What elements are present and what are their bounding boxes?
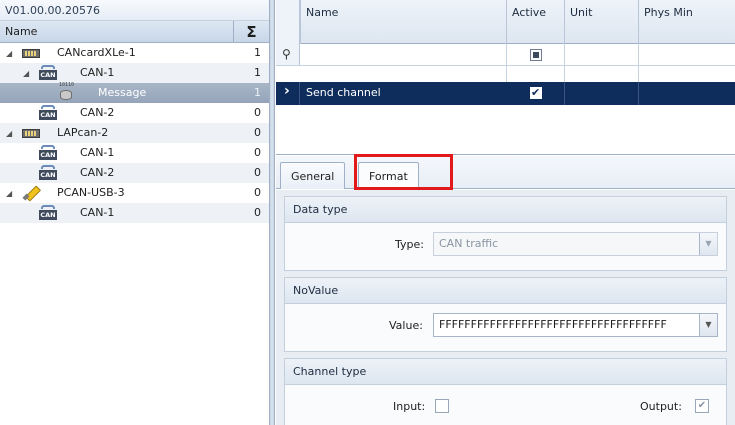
filter-indicator: ⚲: [276, 44, 300, 65]
group-title: NoValue: [285, 278, 726, 304]
tree-item-pcan-usb-3[interactable]: ◢ PCAN-USB-3 0: [0, 183, 269, 203]
format-tab-content: Data type Type: CAN traffic ▼ NoValue Va…: [276, 190, 735, 425]
can-channel-icon: CAN: [38, 145, 58, 161]
novalue-group: NoValue Value: FFFFFFFFFFFFFFFFFFFFFFFFF…: [284, 277, 727, 352]
tree-item-message[interactable]: 10110 Message 1: [0, 83, 269, 103]
tree-item-label: CANcardXLe-1: [57, 46, 136, 59]
check-icon: ✔: [531, 86, 541, 99]
tree-item-count: 0: [254, 186, 261, 199]
grid-header: Name Active Unit Phys Min: [276, 0, 735, 44]
expand-icon[interactable]: ◢: [23, 69, 29, 78]
tree-header-name[interactable]: Name: [0, 25, 233, 38]
tab-general[interactable]: General: [280, 162, 346, 189]
device-tree-panel: V01.00.00.20576 Name Σ ◢ CANcardXLe-1 1 …: [0, 0, 270, 425]
tree-item-lapcan-2[interactable]: ◢ LAPcan-2 0: [0, 123, 269, 143]
expand-icon[interactable]: ◢: [6, 49, 12, 58]
pc-card-icon: [22, 49, 40, 58]
channel-detail-panel: Name Active Unit Phys Min ⚲ › Send chann…: [276, 0, 735, 425]
tree-item-can-1[interactable]: CAN CAN-1 0: [0, 203, 269, 223]
sum-icon[interactable]: Σ: [233, 20, 269, 43]
input-label: Input:: [393, 400, 426, 413]
output-checkbox[interactable]: ✔: [695, 399, 709, 413]
value-label: Value:: [389, 319, 423, 332]
active-filter-checkbox[interactable]: [530, 49, 542, 61]
usb-device-icon: [22, 184, 40, 202]
cell-name[interactable]: Send channel: [306, 86, 381, 99]
group-title: Channel type: [285, 359, 726, 385]
data-type-group: Data type Type: CAN traffic ▼: [284, 196, 727, 271]
tree-item-count: 0: [254, 146, 261, 159]
can-channel-icon: CAN: [38, 105, 58, 121]
tree-item-label: PCAN-USB-3: [57, 186, 125, 199]
column-header-phys-min[interactable]: Phys Min: [638, 0, 735, 44]
tree-item-label: CAN-1: [80, 146, 115, 159]
row-indicator: ›: [276, 82, 300, 105]
current-row-arrow-icon: ›: [284, 83, 290, 99]
value-combobox[interactable]: FFFFFFFFFFFFFFFFFFFFFFFFFFFFFFFFFFFF ▼: [433, 313, 718, 337]
channel-type-group: Channel type Input: Output: ✔: [284, 358, 727, 425]
can-channel-icon: CAN: [38, 205, 58, 221]
tree-item-label: CAN-1: [80, 66, 115, 79]
tree-item-count: 1: [254, 86, 261, 99]
version-label: V01.00.00.20576: [0, 0, 269, 21]
format-tab-highlight: [354, 154, 453, 190]
expand-icon[interactable]: ◢: [6, 129, 12, 138]
tree-item-cancardxle-1[interactable]: ◢ CANcardXLe-1 1: [0, 43, 269, 63]
active-checkbox[interactable]: ✔: [530, 86, 542, 99]
chevron-down-icon[interactable]: ▼: [699, 314, 717, 336]
group-title: Data type: [285, 197, 726, 223]
tree-item-can-2[interactable]: CAN CAN-2 0: [0, 103, 269, 123]
tree-item-label: LAPcan-2: [57, 126, 109, 139]
message-database-icon: 10110: [58, 83, 74, 101]
tree-item-label: CAN-2: [80, 166, 115, 179]
can-channel-icon: CAN: [38, 165, 58, 181]
tree-item-label: Message: [98, 86, 147, 99]
column-header-unit[interactable]: Unit: [564, 0, 638, 44]
type-combobox[interactable]: CAN traffic ▼: [433, 232, 718, 256]
can-channel-icon: CAN: [38, 65, 58, 81]
type-label: Type:: [395, 238, 424, 251]
tree-item-count: 0: [254, 206, 261, 219]
tab-strip: General Format: [276, 156, 735, 190]
output-label: Output:: [640, 400, 682, 413]
type-value: CAN traffic: [439, 237, 499, 250]
panel-splitter[interactable]: [270, 0, 275, 425]
filter-icon[interactable]: ⚲: [282, 47, 291, 61]
tree-header: Name Σ: [0, 20, 269, 43]
tree-item-count: 1: [254, 46, 261, 59]
tree-item-label: CAN-2: [80, 106, 115, 119]
tree-item-can-1[interactable]: CAN CAN-1 0: [0, 143, 269, 163]
tree-item-count: 0: [254, 166, 261, 179]
pc-card-icon: [22, 129, 40, 138]
column-header-name[interactable]: Name: [300, 0, 506, 44]
tree-item-count: 1: [254, 66, 261, 79]
column-header-active[interactable]: Active: [506, 0, 564, 44]
channel-grid: Name Active Unit Phys Min ⚲ › Send chann…: [276, 0, 735, 155]
row-indicator-header: [276, 0, 300, 44]
expand-icon[interactable]: ◢: [6, 189, 12, 198]
tree-item-can-2[interactable]: CAN CAN-2 0: [0, 163, 269, 183]
tree-item-count: 0: [254, 106, 261, 119]
check-icon: ✔: [697, 400, 707, 411]
tree-item-count: 0: [254, 126, 261, 139]
tree-item-can-1[interactable]: ◢ CAN CAN-1 1: [0, 63, 269, 83]
grid-row-send-channel[interactable]: › Send channel ✔: [276, 82, 735, 105]
chevron-down-icon[interactable]: ▼: [699, 233, 717, 255]
input-checkbox[interactable]: [435, 399, 449, 413]
value-input[interactable]: FFFFFFFFFFFFFFFFFFFFFFFFFFFFFFFFFFFF: [439, 318, 697, 331]
tree-item-label: CAN-1: [80, 206, 115, 219]
